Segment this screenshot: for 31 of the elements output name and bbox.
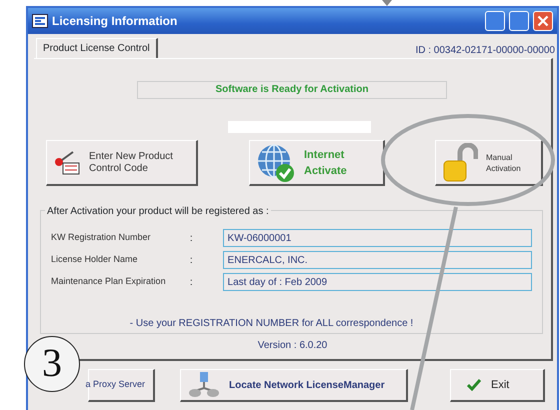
close-button[interactable] — [533, 11, 553, 31]
field-label: License Holder Name — [51, 253, 139, 266]
minimize-button[interactable] — [485, 11, 505, 31]
value-field[interactable]: ENERCALC, INC. — [222, 251, 532, 269]
exit-button[interactable]: Exit — [450, 369, 545, 402]
proxy-server-button[interactable]: a Proxy Server — [88, 369, 155, 402]
field-label: KW Registration Number — [51, 231, 152, 244]
keys-icon — [53, 150, 81, 176]
activation-status: Software is Ready for Activation — [137, 81, 447, 99]
value-field[interactable]: KW-06000001 — [222, 229, 532, 247]
network-icon — [189, 371, 219, 399]
id-label: ID : 00342-02171-00000-00000 — [415, 44, 555, 58]
group-title: After Activation your product will be registered as : — [45, 204, 271, 219]
arrow-tip-icon — [382, 0, 392, 6]
locate-network-button[interactable]: Locate Network LicenseManager — [180, 369, 408, 402]
colon-separator: : — [190, 276, 194, 290]
colon-separator: : — [190, 254, 194, 268]
maximize-button[interactable] — [509, 11, 529, 31]
value-field[interactable]: Last day of : Feb 2009 — [222, 273, 532, 291]
correspondence-note: - Use your REGISTRATION NUMBER for ALL correspondence ! — [128, 317, 414, 331]
tab[interactable]: Product License Control — [36, 38, 158, 58]
version-label: Version : 6.0.20 — [256, 339, 328, 353]
checkmark-icon — [467, 379, 481, 391]
colon-separator: : — [190, 232, 194, 246]
manual-activation-button[interactable]: Manual Activation — [435, 140, 543, 186]
open-padlock-icon — [442, 142, 478, 182]
globe-check-icon — [256, 142, 296, 182]
enter-code-button[interactable]: Enter New Product Control Code — [46, 140, 198, 186]
window-title: Licensing Information — [52, 13, 178, 30]
app-icon — [32, 14, 48, 28]
field-label: Maintenance Plan Expiration — [51, 275, 167, 288]
